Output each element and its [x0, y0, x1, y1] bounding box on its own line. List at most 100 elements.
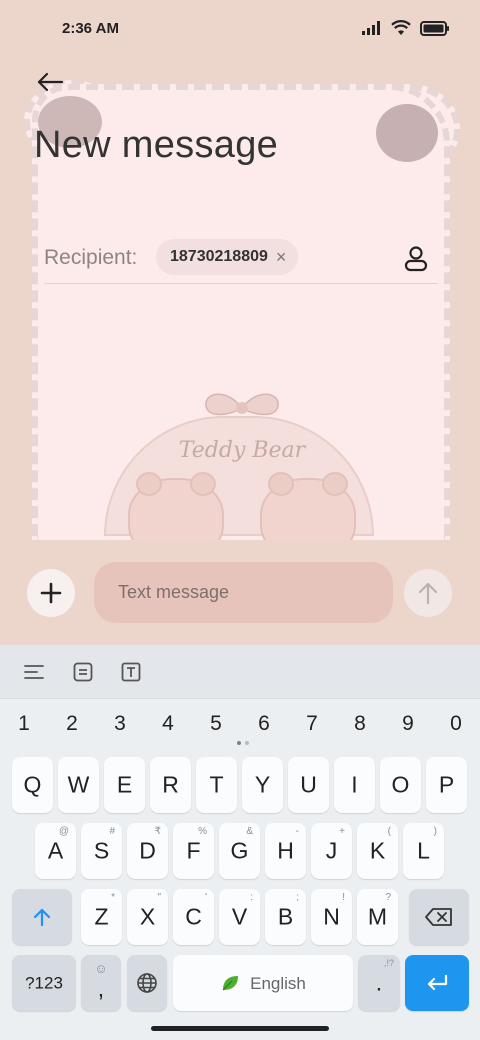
arrow-up-icon: [418, 582, 438, 605]
number-key[interactable]: 0: [436, 707, 476, 741]
key-label: A: [47, 837, 64, 864]
space-key[interactable]: English: [173, 955, 353, 1011]
key-label: U: [300, 771, 317, 798]
recipient-row[interactable]: Recipient: 18730218809 ×: [44, 236, 438, 284]
message-input[interactable]: [94, 562, 393, 623]
key-label: O: [391, 771, 410, 798]
number-key[interactable]: 4: [148, 707, 188, 741]
key-z[interactable]: * Z: [81, 889, 122, 945]
page-title: New message: [34, 124, 279, 166]
number-key[interactable]: 8: [340, 707, 380, 741]
number-key[interactable]: 7: [292, 707, 332, 741]
key-label: L: [417, 837, 430, 864]
key-label: I: [351, 771, 358, 798]
key-s[interactable]: # S: [81, 823, 122, 879]
add-attachment-button[interactable]: [27, 569, 75, 617]
key-o[interactable]: O: [380, 757, 421, 813]
language-key[interactable]: [127, 955, 167, 1011]
plus-icon: [40, 582, 62, 604]
shift-arrow-icon: [33, 908, 51, 927]
teddy-ear: [190, 472, 216, 496]
number-key[interactable]: 2: [52, 707, 92, 741]
key-v[interactable]: :V: [219, 889, 260, 945]
illustration-title: Teddy Bear: [178, 438, 306, 463]
comma-emoji-key[interactable]: ☺ ,: [81, 955, 121, 1011]
key-hint: ?: [385, 892, 391, 903]
key-hint: :: [250, 892, 253, 903]
person-icon: [404, 246, 428, 272]
teddy-bear-left: [128, 472, 224, 540]
clipboard-icon[interactable]: [70, 659, 96, 685]
key-g[interactable]: & G: [219, 823, 260, 879]
ribbon-bow-icon: [205, 393, 279, 416]
enter-key[interactable]: [405, 955, 469, 1011]
text-format-icon[interactable]: [118, 659, 144, 685]
key-label: T: [209, 771, 224, 798]
enter-arrow-icon: [427, 974, 448, 991]
period-key-label: .: [375, 969, 383, 996]
keyboard: 1234567890 QWERTYUIOP @ A # S ₹ D% F & G - H + J(K) L…: [0, 645, 480, 1040]
send-button[interactable]: [404, 569, 452, 617]
key-x[interactable]: " X: [127, 889, 168, 945]
globe-icon: [137, 973, 157, 993]
key-j[interactable]: + J: [311, 823, 352, 879]
key-r[interactable]: R: [150, 757, 191, 813]
number-key[interactable]: 3: [100, 707, 140, 741]
number-key[interactable]: 5: [196, 707, 236, 741]
key-w[interactable]: W: [58, 757, 99, 813]
key-label: E: [116, 771, 133, 798]
key-i[interactable]: I: [334, 757, 375, 813]
chip-remove-icon[interactable]: ×: [276, 247, 287, 268]
key-u[interactable]: U: [288, 757, 329, 813]
key-label: J: [325, 837, 338, 864]
key-t[interactable]: T: [196, 757, 237, 813]
symbols-key[interactable]: ?123: [12, 955, 76, 1011]
key-m[interactable]: ? M: [357, 889, 398, 945]
key-label: Q: [23, 771, 42, 798]
arrow-left-icon: [37, 72, 64, 92]
key-h[interactable]: -H: [265, 823, 306, 879]
key-hint: (: [387, 826, 391, 837]
key-p[interactable]: P: [426, 757, 467, 813]
key-n[interactable]: ! N: [311, 889, 352, 945]
menu-lines-icon[interactable]: [21, 659, 47, 685]
number-key[interactable]: 1: [4, 707, 44, 741]
key-l[interactable]: ) L: [403, 823, 444, 879]
keyboard-toolbar: [0, 645, 480, 699]
recipient-chip-number: 18730218809: [170, 248, 268, 265]
key-b[interactable]: ; B: [265, 889, 306, 945]
key-hint: %: [198, 826, 207, 837]
backspace-key[interactable]: [409, 889, 469, 945]
key-c[interactable]: ' C: [173, 889, 214, 945]
key-hint: ': [205, 892, 207, 903]
key-k[interactable]: (K: [357, 823, 398, 879]
key-q[interactable]: Q: [12, 757, 53, 813]
period-key-hint: ,!?: [383, 958, 394, 968]
period-key[interactable]: ,!? .: [358, 955, 400, 1011]
back-button[interactable]: [32, 64, 68, 100]
key-hint: ": [157, 892, 161, 903]
key-label: F: [186, 837, 201, 864]
shift-key[interactable]: [12, 889, 72, 945]
space-key-label: English: [250, 973, 306, 993]
symbols-key-label: ?123: [25, 973, 63, 993]
number-key[interactable]: 6: [244, 707, 284, 741]
key-y[interactable]: Y: [242, 757, 283, 813]
status-icons: [362, 20, 450, 36]
teddy-bear-right: [260, 472, 356, 540]
key-f[interactable]: % F: [173, 823, 214, 879]
number-key[interactable]: 9: [388, 707, 428, 741]
key-hint: &: [246, 826, 253, 837]
contact-picker-button[interactable]: [402, 244, 430, 272]
teddy-ear: [136, 472, 162, 496]
key-d[interactable]: ₹ D: [127, 823, 168, 879]
recipient-chip[interactable]: 18730218809 ×: [156, 239, 299, 275]
home-indicator[interactable]: [151, 1026, 329, 1031]
key-hint: @: [58, 826, 69, 837]
key-label: P: [438, 771, 455, 798]
key-e[interactable]: E: [104, 757, 145, 813]
key-hint: #: [109, 826, 115, 837]
emoji-icon: ☺: [94, 961, 108, 976]
key-a[interactable]: @ A: [35, 823, 76, 879]
key-label: N: [323, 903, 340, 930]
